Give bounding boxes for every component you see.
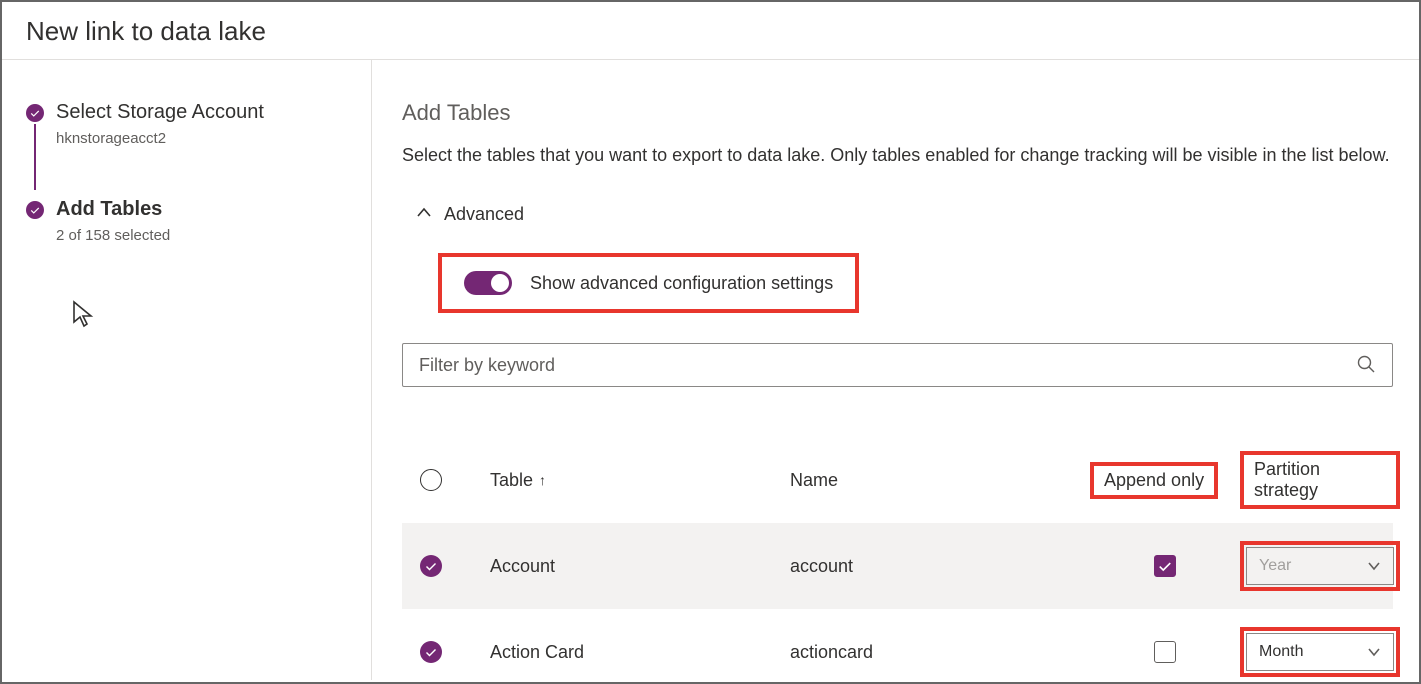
advanced-label: Advanced [444, 204, 524, 225]
append-only-checkbox[interactable] [1154, 641, 1176, 663]
column-partition[interactable]: Partition strategy [1240, 451, 1400, 509]
partition-highlight: Year [1240, 541, 1400, 591]
step-storage-sub: hknstorageacct2 [56, 130, 347, 147]
select-all-checkbox[interactable] [420, 469, 442, 491]
filter-input[interactable] [419, 355, 1356, 376]
section-heading: Add Tables [402, 100, 1393, 126]
main-panel: Add Tables Select the tables that you wa… [372, 60, 1419, 680]
table-header: Table ↑ Name Append only Partition strat… [402, 437, 1393, 523]
table-row: Action Card actioncard Month [402, 609, 1393, 680]
partition-select[interactable]: Year [1246, 547, 1394, 585]
step-add-tables[interactable]: Add Tables 2 of 158 selected [26, 197, 347, 244]
content-wrapper: Select Storage Account hknstorageacct2 A… [2, 60, 1419, 680]
cursor-icon [72, 300, 96, 331]
step-storage-label: Select Storage Account [56, 100, 347, 124]
tables-list: Table ↑ Name Append only Partition strat… [402, 437, 1393, 680]
cell-name: actioncard [790, 642, 1090, 663]
column-append[interactable]: Append only [1090, 462, 1240, 499]
sort-arrow-up-icon: ↑ [539, 472, 546, 488]
cell-table: Action Card [490, 642, 790, 663]
table-row: Account account Year [402, 523, 1393, 609]
cell-name: account [790, 556, 1090, 577]
step-storage-account[interactable]: Select Storage Account hknstorageacct2 [26, 100, 347, 147]
cell-table: Account [490, 556, 790, 577]
page-title: New link to data lake [2, 2, 1419, 60]
step-connector [34, 124, 36, 190]
show-advanced-toggle[interactable] [464, 271, 512, 295]
advanced-toggle[interactable]: Advanced [416, 204, 1393, 225]
column-table[interactable]: Table ↑ [490, 470, 790, 491]
search-icon [1356, 354, 1376, 377]
toggle-label: Show advanced configuration settings [530, 273, 833, 294]
row-checkbox[interactable] [420, 555, 442, 577]
partition-highlight: Month [1240, 627, 1400, 677]
chevron-down-icon [1367, 645, 1381, 659]
section-description: Select the tables that you want to expor… [402, 142, 1393, 168]
step-tables-label: Add Tables [56, 197, 347, 221]
partition-select[interactable]: Month [1246, 633, 1394, 671]
chevron-down-icon [1367, 559, 1381, 573]
step-tables-sub: 2 of 158 selected [56, 227, 347, 244]
chevron-up-icon [416, 204, 432, 225]
append-only-checkbox[interactable] [1154, 555, 1176, 577]
row-checkbox[interactable] [420, 641, 442, 663]
checkmark-icon [26, 201, 44, 219]
column-name[interactable]: Name [790, 470, 1090, 491]
sidebar: Select Storage Account hknstorageacct2 A… [2, 60, 372, 680]
advanced-settings-highlight: Show advanced configuration settings [438, 253, 859, 313]
checkmark-icon [26, 104, 44, 122]
filter-input-wrapper [402, 343, 1393, 387]
